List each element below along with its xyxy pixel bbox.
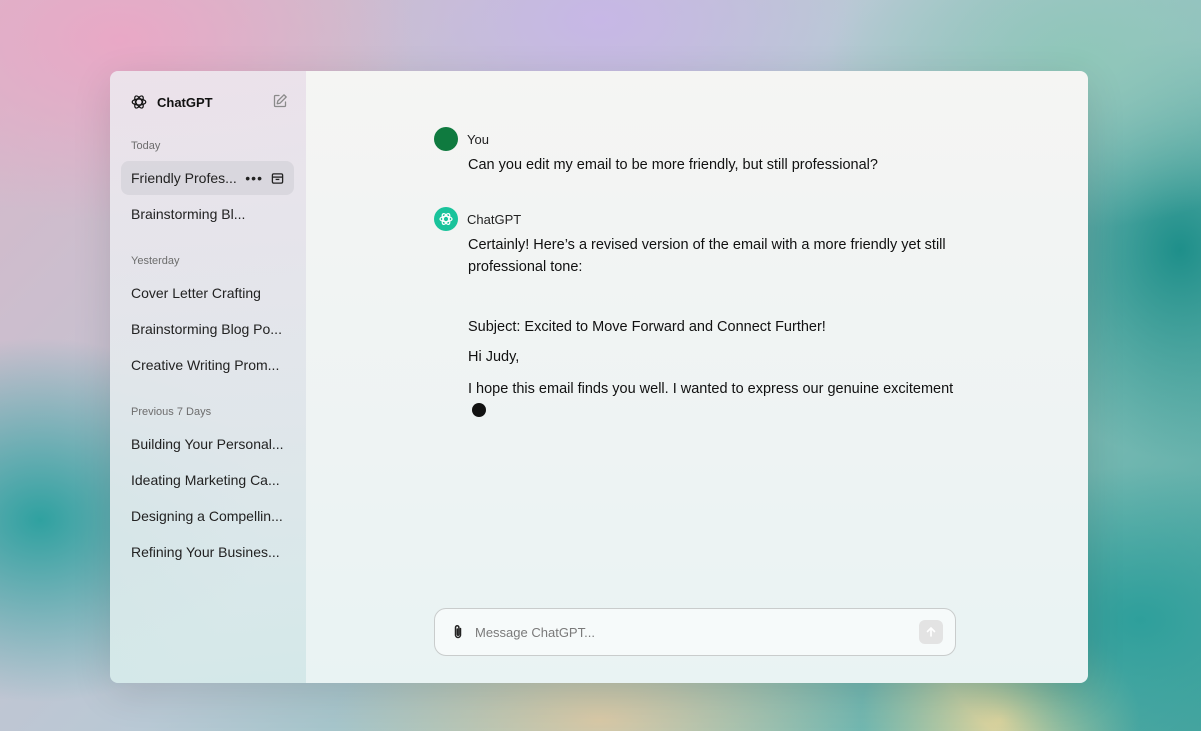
app-title: ChatGPT (157, 94, 213, 110)
assistant-message: ChatGPT Certainly! Here’s a revised vers… (434, 207, 954, 422)
chat-item[interactable]: Creative Writing Prom... (121, 348, 294, 382)
chat-item-label: Building Your Personal... (131, 436, 284, 452)
chat-item[interactable]: Brainstorming Bl... (121, 197, 294, 231)
new-chat-icon[interactable] (272, 93, 288, 109)
chat-item[interactable]: Brainstorming Blog Po... (121, 312, 294, 346)
send-button[interactable] (919, 620, 943, 644)
chat-item-label: Brainstorming Bl... (131, 206, 246, 222)
sidebar: ChatGPT Today Friendly Profes... ••• Bra… (110, 71, 306, 683)
message-header: You (434, 127, 954, 151)
message-composer[interactable] (434, 608, 956, 656)
chat-item-label: Friendly Profes... (131, 170, 237, 186)
chat-item-label: Brainstorming Blog Po... (131, 321, 282, 337)
more-options-button[interactable]: ••• (245, 171, 263, 185)
section-label-yesterday: Yesterday (131, 255, 180, 267)
message-header: ChatGPT (434, 207, 954, 231)
email-subject: Subject: Excited to Move Forward and Con… (468, 319, 826, 335)
user-avatar (434, 127, 458, 151)
chat-item-label: Cover Letter Crafting (131, 285, 261, 301)
email-body: I hope this email finds you well. I want… (468, 378, 954, 422)
chat-item-label: Refining Your Busines... (131, 544, 280, 560)
message-author: You (467, 131, 489, 147)
chat-item-active[interactable]: Friendly Profes... ••• (121, 161, 294, 195)
section-label-today: Today (131, 140, 161, 152)
openai-logo-icon (439, 213, 453, 225)
email-greeting: Hi Judy, (468, 349, 520, 365)
assistant-avatar (434, 207, 458, 231)
typing-indicator (472, 403, 486, 417)
chat-item-label: Designing a Compellin... (131, 508, 283, 524)
chat-item[interactable]: Refining Your Busines... (121, 535, 294, 569)
openai-logo-icon (131, 95, 147, 109)
chat-item[interactable]: Cover Letter Crafting (121, 276, 294, 310)
chat-item-label: Creative Writing Prom... (131, 357, 280, 373)
chat-item[interactable]: Designing a Compellin... (121, 499, 294, 533)
chat-item[interactable]: Ideating Marketing Ca... (121, 463, 294, 497)
message-body: Can you edit my email to be more friendl… (468, 154, 954, 176)
archive-icon[interactable] (271, 172, 284, 185)
section-label-previous-7-days: Previous 7 Days (131, 406, 212, 418)
conversation-panel: You Can you edit my email to be more fri… (306, 71, 1088, 683)
message-author: ChatGPT (467, 211, 522, 227)
email-body-text: I hope this email finds you well. I want… (468, 381, 954, 397)
chat-item[interactable]: Building Your Personal... (121, 427, 294, 461)
assistant-intro: Certainly! Here’s a revised version of t… (468, 237, 946, 275)
paperclip-icon[interactable] (449, 623, 467, 641)
sidebar-header[interactable]: ChatGPT (130, 91, 288, 113)
app-window: ChatGPT Today Friendly Profes... ••• Bra… (110, 71, 1088, 683)
message-body: Certainly! Here’s a revised version of t… (468, 234, 954, 422)
message-input[interactable] (473, 623, 919, 641)
user-message: You Can you edit my email to be more fri… (434, 127, 954, 176)
arrow-up-icon (926, 627, 936, 637)
message-text: Can you edit my email to be more friendl… (468, 157, 878, 173)
chat-item-label: Ideating Marketing Ca... (131, 472, 280, 488)
